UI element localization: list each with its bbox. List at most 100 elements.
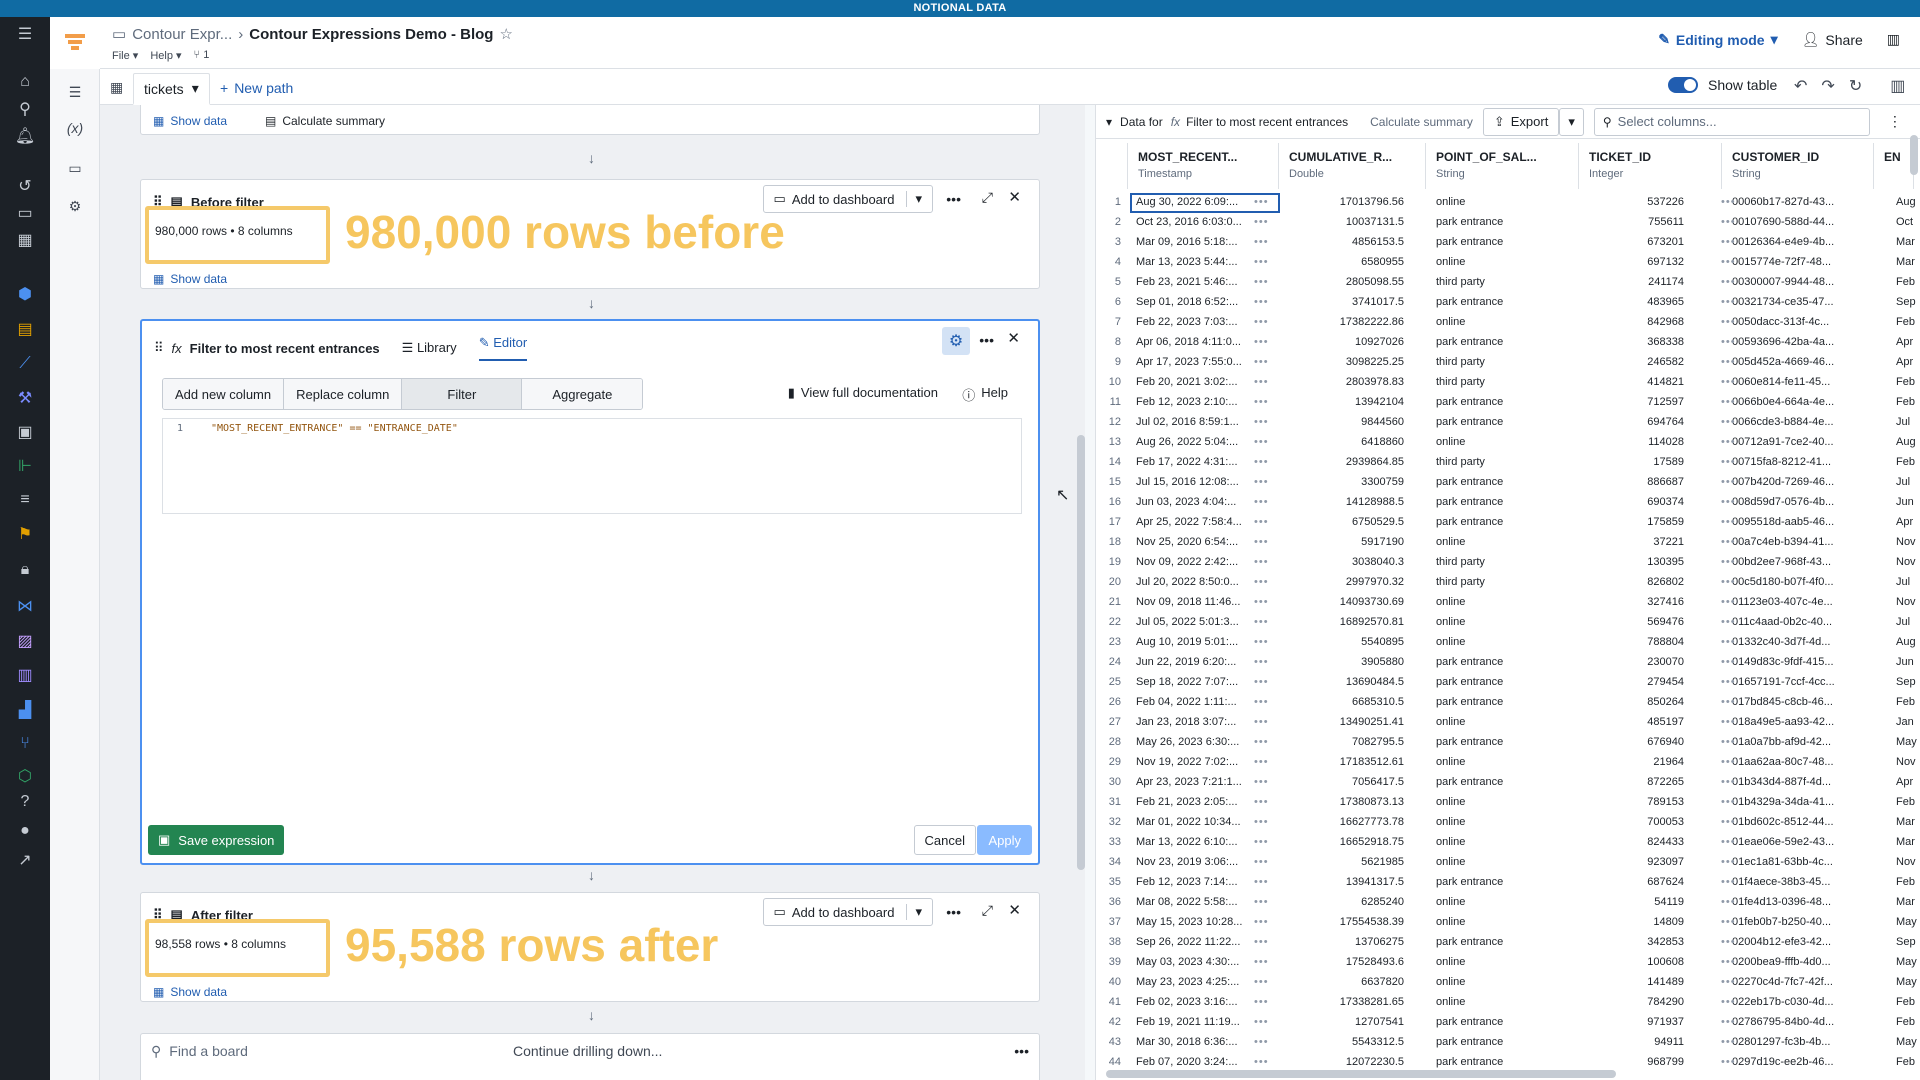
table-cell[interactable]: Apr: [1896, 336, 1920, 348]
table-cell[interactable]: third party: [1436, 276, 1576, 288]
table-cell[interactable]: online: [1436, 256, 1576, 268]
chevron-down-icon[interactable]: ▾: [1106, 115, 1112, 129]
table-cell[interactable]: Nov: [1896, 556, 1920, 568]
table-cell[interactable]: 872265: [1589, 776, 1684, 788]
table-cell[interactable]: 01bd602c-8512-44...: [1732, 816, 1857, 828]
table-cell[interactable]: 5543312.5: [1289, 1036, 1404, 1048]
calculate-summary-button[interactable]: Calculate summary: [1370, 115, 1473, 129]
table-cell[interactable]: 01657191-7ccf-4cc...: [1732, 676, 1857, 688]
table-cell[interactable]: 0149d83c-9fdf-415...: [1732, 656, 1857, 668]
grid-horizontal-scrollbar[interactable]: [1106, 1070, 1616, 1078]
table-cell[interactable]: Jun 22, 2019 6:20:...: [1136, 656, 1246, 668]
table-cell[interactable]: 01ec1a81-63bb-4c...: [1732, 856, 1857, 868]
cell-menu-icon[interactable]: •••: [1721, 896, 1736, 908]
maximize-icon[interactable]: ⤢: [982, 189, 993, 206]
grid-vertical-scrollbar[interactable]: [1910, 135, 1918, 175]
tab-tickets[interactable]: tickets ▾: [133, 73, 210, 105]
table-cell[interactable]: Jul 02, 2016 8:59:1...: [1136, 416, 1246, 428]
table-cell[interactable]: 5621985: [1289, 856, 1404, 868]
cell-menu-icon[interactable]: •••: [1721, 756, 1736, 768]
table-row[interactable]: 19 Nov 09, 2022 2:42:... 3038040.3 third pa…: [1096, 553, 1920, 573]
table-row[interactable]: 20 Jul 20, 2022 8:50:0... 2997970.32 third …: [1096, 573, 1920, 593]
cell-menu-icon[interactable]: •••: [1721, 336, 1736, 348]
share-button[interactable]: 👤︎ Share: [1802, 31, 1863, 48]
chart-icon[interactable]: ⟋: [0, 347, 50, 381]
cancel-button[interactable]: Cancel: [913, 825, 976, 855]
table-cell[interactable]: Apr 23, 2023 7:21:1...: [1136, 776, 1246, 788]
cell-menu-icon[interactable]: •••: [1254, 1036, 1269, 1048]
cell-menu-icon[interactable]: •••: [1254, 216, 1269, 228]
table-cell[interactable]: 0066cde3-b884-4e...: [1732, 416, 1857, 428]
cell-menu-icon[interactable]: •••: [1721, 996, 1736, 1008]
table-cell[interactable]: 826802: [1589, 576, 1684, 588]
table-cell[interactable]: 342853: [1589, 936, 1684, 948]
table-cell[interactable]: 0015774e-72f7-48...: [1732, 256, 1857, 268]
gear-icon[interactable]: ⚙: [942, 327, 970, 355]
table-cell[interactable]: 7082795.5: [1289, 736, 1404, 748]
table-cell[interactable]: 022eb17b-c030-4d...: [1732, 996, 1857, 1008]
table-cell[interactable]: Mar 01, 2022 10:34...: [1136, 816, 1246, 828]
cell-menu-icon[interactable]: •••: [1254, 276, 1269, 288]
table-row[interactable]: 7 Feb 22, 2023 7:03:... 17382222.86 online 8…: [1096, 313, 1920, 333]
table-cell[interactable]: 00107690-588d-44...: [1732, 216, 1857, 228]
table-cell[interactable]: 0066b0e4-664a-4e...: [1732, 396, 1857, 408]
table-cell[interactable]: 971937: [1589, 1016, 1684, 1028]
cell-menu-icon[interactable]: •••: [1721, 796, 1736, 808]
table-row[interactable]: 15 Jul 15, 2016 12:08:... 3300759 park entr…: [1096, 473, 1920, 493]
undo-icon[interactable]: ↶: [1794, 76, 1807, 96]
table-cell[interactable]: 755611: [1589, 216, 1684, 228]
table-cell[interactable]: third party: [1436, 356, 1576, 368]
table-cell[interactable]: park entrance: [1436, 416, 1576, 428]
add-to-dashboard-button[interactable]: ▭ Add to dashboard ▾: [762, 185, 933, 213]
table-cell[interactable]: 01fe4d13-0396-48...: [1732, 896, 1857, 908]
table-row[interactable]: 8 Apr 06, 2018 4:11:0... 10927026 park entr…: [1096, 333, 1920, 353]
table-cell[interactable]: Feb: [1896, 316, 1920, 328]
cell-menu-icon[interactable]: •••: [1721, 556, 1736, 568]
notifications-icon[interactable]: 🔔︎: [0, 119, 50, 153]
add-new-column-option[interactable]: Add new column: [163, 379, 285, 409]
table-cell[interactable]: 17528493.6: [1289, 956, 1404, 968]
table-cell[interactable]: online: [1436, 976, 1576, 988]
table-row[interactable]: 2 Oct 23, 2016 6:03:0... 10037131.5 park en…: [1096, 213, 1920, 233]
table-cell[interactable]: Feb: [1896, 276, 1920, 288]
table-cell[interactable]: Feb 19, 2021 11:19...: [1136, 1016, 1246, 1028]
table-cell[interactable]: 694764: [1589, 416, 1684, 428]
table-cell[interactable]: 485197: [1589, 716, 1684, 728]
caret-down-icon[interactable]: ▾: [906, 191, 922, 207]
cell-menu-icon[interactable]: •••: [1721, 396, 1736, 408]
maximize-icon[interactable]: ⤢: [982, 902, 993, 919]
table-cell[interactable]: Nov 09, 2022 2:42:...: [1136, 556, 1246, 568]
table-cell[interactable]: Feb 02, 2023 3:16:...: [1136, 996, 1246, 1008]
table-cell[interactable]: May: [1896, 1036, 1920, 1048]
table-cell[interactable]: 0200bea9-fffb-4d0...: [1732, 956, 1857, 968]
table-cell[interactable]: Jul: [1896, 576, 1920, 588]
table-cell[interactable]: Feb: [1896, 696, 1920, 708]
table-row[interactable]: 17 Apr 25, 2022 7:58:4... 6750529.5 park en…: [1096, 513, 1920, 533]
cell-menu-icon[interactable]: •••: [1254, 676, 1269, 688]
table-cell[interactable]: 697132: [1589, 256, 1684, 268]
table-cell[interactable]: Feb 20, 2021 3:02:...: [1136, 376, 1246, 388]
table-cell[interactable]: park entrance: [1436, 496, 1576, 508]
help-link[interactable]: ⓘ Help: [962, 385, 1008, 404]
table-cell[interactable]: online: [1436, 916, 1576, 928]
column-header[interactable]: EN: [1874, 143, 1914, 189]
table-cell[interactable]: 00712a91-7ce2-40...: [1732, 436, 1857, 448]
panel-layout-icon[interactable]: ▥: [1887, 31, 1900, 48]
table-cell[interactable]: park entrance: [1436, 696, 1576, 708]
cell-menu-icon[interactable]: •••: [1721, 936, 1736, 948]
table-cell[interactable]: Apr: [1896, 776, 1920, 788]
select-columns-input[interactable]: ⚲ Select columns...: [1593, 107, 1870, 136]
drag-handle-icon[interactable]: ⠿: [154, 340, 164, 356]
cell-menu-icon[interactable]: •••: [1721, 976, 1736, 988]
table-cell[interactable]: Nov 19, 2022 7:02:...: [1136, 756, 1246, 768]
table-cell[interactable]: 12707541: [1289, 1016, 1404, 1028]
table-cell[interactable]: Feb 23, 2021 5:46:...: [1136, 276, 1246, 288]
table-cell[interactable]: 7056417.5: [1289, 776, 1404, 788]
table-cell[interactable]: park entrance: [1436, 336, 1576, 348]
table-cell[interactable]: 824433: [1589, 836, 1684, 848]
table-cell[interactable]: 13942104: [1289, 396, 1404, 408]
table-cell[interactable]: 246582: [1589, 356, 1684, 368]
table-cell[interactable]: 3741017.5: [1289, 296, 1404, 308]
table-cell[interactable]: 100608: [1589, 956, 1684, 968]
cell-menu-icon[interactable]: •••: [1254, 656, 1269, 668]
